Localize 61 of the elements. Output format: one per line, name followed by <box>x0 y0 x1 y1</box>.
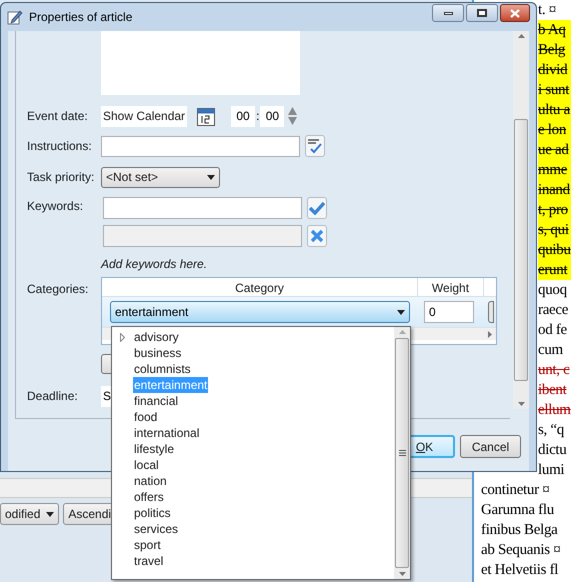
keyword-field[interactable] <box>103 197 302 219</box>
close-button[interactable] <box>500 4 530 22</box>
spinner-icon[interactable] <box>288 107 298 125</box>
time-separator: : <box>255 108 260 125</box>
category-option[interactable]: financial <box>133 393 180 409</box>
field-label: Keywords: <box>27 198 84 215</box>
row-button[interactable] <box>488 301 494 323</box>
close-icon <box>510 8 520 18</box>
grip-icon <box>398 450 406 456</box>
dropdown-arrow-icon <box>46 512 54 516</box>
window-title: Properties of article <box>29 9 134 26</box>
scroll-up-icon <box>518 34 525 38</box>
expand-triangle-icon[interactable] <box>120 332 125 342</box>
spell-check-button[interactable] <box>305 135 325 157</box>
category-option[interactable]: offers <box>133 489 165 505</box>
category-option[interactable]: local <box>133 457 160 473</box>
category-option[interactable]: columnists <box>133 361 192 377</box>
checkmark-icon <box>309 201 325 215</box>
scroll-right-icon <box>488 330 492 338</box>
scrollbar-thumb[interactable] <box>514 119 528 381</box>
field-label: Event date: <box>27 108 89 125</box>
category-option[interactable]: sport <box>133 537 162 553</box>
field-label: Task priority: <box>27 169 96 186</box>
field-label: Categories: <box>27 281 90 298</box>
remove-button[interactable] <box>307 225 327 247</box>
category-combobox[interactable]: entertainment <box>110 301 410 323</box>
vertical-scrollbar[interactable] <box>513 31 529 409</box>
confirm-button[interactable] <box>307 197 327 219</box>
scroll-up-icon <box>398 330 406 334</box>
category-option[interactable]: food <box>133 409 158 425</box>
hour-field[interactable]: 00 <box>231 106 256 126</box>
spell-check-icon <box>307 138 323 154</box>
toolbar-button[interactable]: odified <box>0 503 60 525</box>
maximize-button[interactable] <box>466 4 498 22</box>
keywords-hint: Add keywords here. <box>101 256 208 271</box>
category-option[interactable]: advisory <box>133 329 180 345</box>
dropdown-arrow-icon <box>207 174 215 180</box>
category-option[interactable]: international <box>133 425 200 441</box>
minimize-button[interactable] <box>432 4 464 22</box>
field-label: Instructions: <box>27 138 93 155</box>
scroll-down-icon <box>398 572 406 576</box>
cancel-button[interactable]: Cancel <box>460 435 521 458</box>
pencil-notepad-icon <box>7 9 23 25</box>
category-option[interactable]: nation <box>133 473 168 489</box>
scroll-down-icon <box>518 402 525 406</box>
calendar-icon[interactable] <box>197 106 216 126</box>
field-label: Deadline: <box>27 388 79 405</box>
category-option[interactable]: lifestyle <box>133 441 176 457</box>
scrollbar-thumb[interactable] <box>395 338 409 568</box>
task-priority-select[interactable]: <Not set> <box>101 166 220 188</box>
dropdown-arrow-icon <box>397 310 405 314</box>
category-option[interactable]: business <box>133 345 182 361</box>
category-option[interactable]: politics <box>133 505 172 521</box>
instructions-field[interactable] <box>101 136 300 156</box>
category-option[interactable]: travel <box>133 553 164 569</box>
dropdown-scrollbar[interactable] <box>394 327 410 579</box>
show-calendar-button[interactable]: Show Calendar <box>101 106 188 126</box>
category-option[interactable]: services <box>133 521 180 537</box>
weight-field[interactable]: 0 <box>424 301 474 323</box>
cross-icon <box>310 229 324 243</box>
minute-field[interactable]: 00 <box>260 106 284 126</box>
